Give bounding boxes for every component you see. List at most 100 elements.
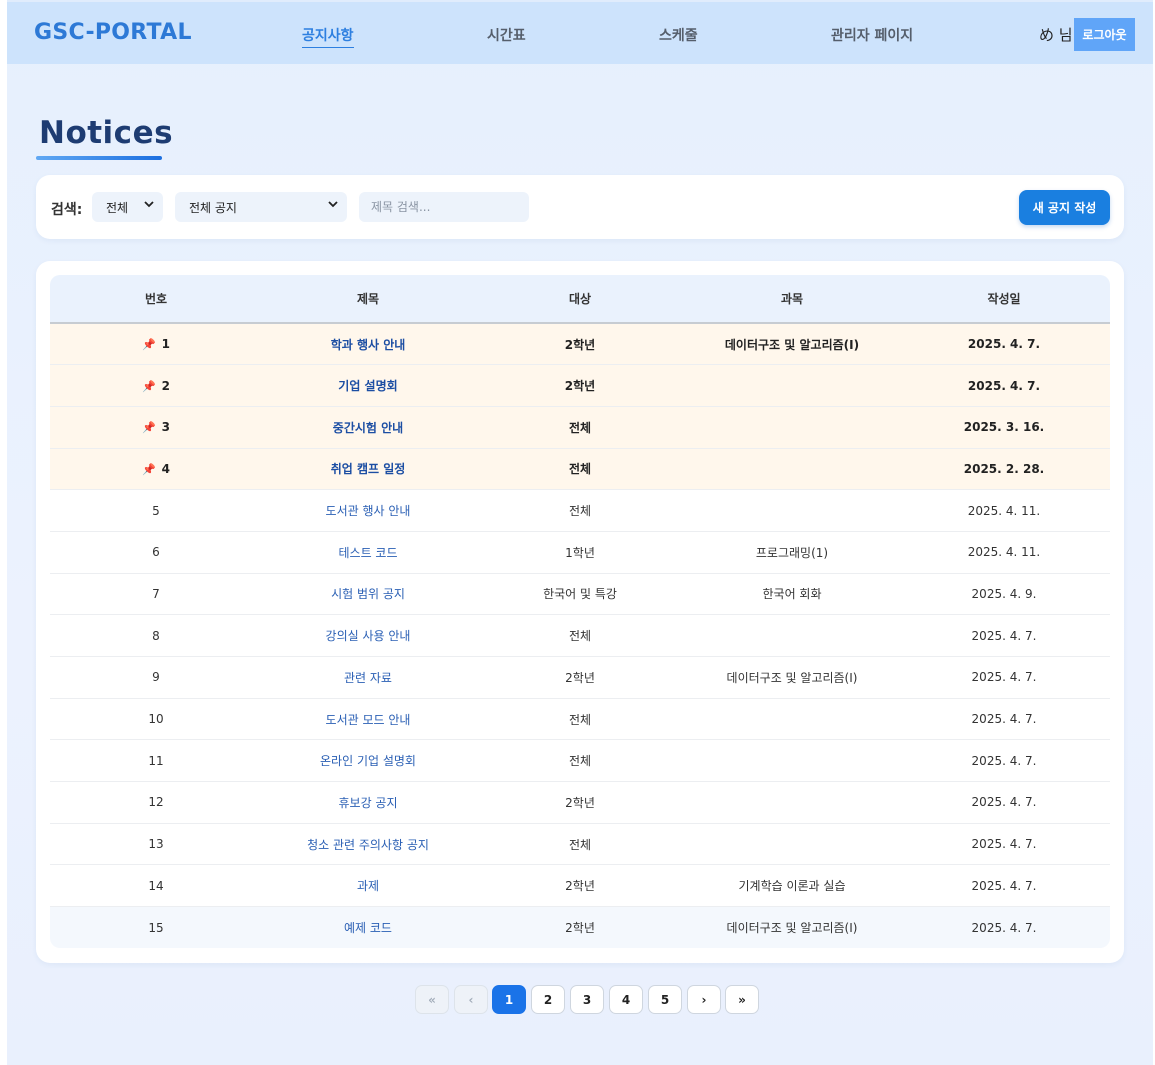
chevron-down-icon: [144, 201, 154, 208]
pushpin-icon: 📌: [141, 338, 156, 352]
row-date: 2025. 4. 11.: [967, 545, 1041, 560]
row-number-value: 11: [148, 753, 164, 768]
nav-notices[interactable]: 공지사항: [302, 25, 354, 48]
search-bar: 검색: 전체 전체 공지 새 공지 작성: [36, 175, 1124, 239]
notices-table-card: 번호 제목 대상 과목 작성일 📌 1 학과 행사 안내 2학년 데이터구조 및 알고리…: [36, 261, 1124, 963]
table-row[interactable]: 📌 4 취업 캠프 일정 전체 2025. 2. 28.: [50, 448, 1110, 490]
row-number: 📌 4: [50, 448, 262, 490]
row-title[interactable]: 도서관 행사 안내: [262, 490, 474, 532]
table-row[interactable]: 13 청소 관련 주의사항 공지 전체 2025. 4. 7.: [50, 823, 1110, 865]
logout-button[interactable]: 로그아웃: [1074, 18, 1135, 51]
pushpin-icon: 📌: [141, 379, 156, 393]
table-row[interactable]: 📌 2 기업 설명회 2학년 2025. 4. 7.: [50, 364, 1110, 407]
nav-admin[interactable]: 관리자 페이지: [831, 25, 913, 45]
row-date: 2025. 4. 7.: [971, 878, 1037, 893]
page-button-3[interactable]: 3: [570, 985, 604, 1014]
row-target: 전체: [568, 504, 592, 519]
row-title[interactable]: 강의실 사용 안내: [262, 615, 474, 657]
row-target: 2학년: [565, 795, 595, 810]
row-subject: [686, 365, 898, 407]
header-target: 대상: [474, 275, 686, 324]
title-underline: [36, 156, 162, 160]
row-target: 2학년: [565, 879, 595, 894]
page-button-4[interactable]: 4: [609, 985, 643, 1014]
row-subject: [686, 698, 898, 740]
row-title[interactable]: 중간시험 안내: [262, 406, 474, 448]
row-target: 2학년: [565, 670, 595, 685]
row-subject: 프로그래밍(1): [755, 545, 829, 560]
notice-type-select[interactable]: 전체 공지: [175, 192, 347, 222]
row-number-value: 5: [152, 503, 160, 518]
title-search-input[interactable]: [359, 192, 529, 222]
table-row[interactable]: 📌 3 중간시험 안내 전체 2025. 3. 16.: [50, 406, 1110, 449]
table-row[interactable]: 5 도서관 행사 안내 전체 2025. 4. 11.: [50, 490, 1110, 532]
row-number-value: 13: [148, 837, 164, 852]
row-title[interactable]: 온라인 기업 설명회: [262, 740, 474, 782]
nav-schedule[interactable]: 스케줄: [659, 25, 698, 45]
page-button-1[interactable]: 1: [492, 985, 526, 1014]
row-number-value: 9: [152, 670, 160, 685]
row-date: 2025. 4. 7.: [971, 795, 1037, 810]
row-number-value: 14: [148, 878, 164, 893]
row-title[interactable]: 테스트 코드: [262, 531, 474, 573]
row-subject: [686, 490, 898, 532]
row-target: 전체: [568, 420, 592, 435]
chevron-down-icon: [328, 201, 338, 208]
row-title[interactable]: 시험 범위 공지: [262, 573, 474, 615]
row-title[interactable]: 취업 캠프 일정: [262, 448, 474, 490]
row-date: 2025. 4. 7.: [971, 628, 1037, 643]
row-date: 2025. 4. 7.: [971, 670, 1037, 685]
row-number: 5: [50, 490, 262, 532]
row-title[interactable]: 도서관 모드 안내: [262, 698, 474, 740]
table-row[interactable]: 6 테스트 코드 1학년 프로그래밍(1) 2025. 4. 11.: [50, 531, 1110, 574]
row-title[interactable]: 청소 관련 주의사항 공지: [262, 823, 474, 865]
navbar: GSC-PORTAL 공지사항 시간표 스케줄 관리자 페이지 め 님 로그아웃: [7, 0, 1153, 64]
row-subject: [686, 782, 898, 824]
row-subject: [686, 823, 898, 865]
brand-logo[interactable]: GSC-PORTAL: [34, 20, 192, 45]
row-number-value: 4: [161, 461, 171, 476]
row-date: 2025. 4. 7.: [967, 378, 1041, 393]
table-row[interactable]: 8 강의실 사용 안내 전체 2025. 4. 7.: [50, 615, 1110, 657]
row-title[interactable]: 휴보강 공지: [262, 782, 474, 824]
row-date: 2025. 4. 7.: [971, 920, 1037, 935]
prev-page-button[interactable]: ‹: [454, 985, 488, 1014]
row-title[interactable]: 예제 코드: [262, 907, 474, 948]
table-row[interactable]: 10 도서관 모드 안내 전체 2025. 4. 7.: [50, 698, 1110, 740]
row-number: 15: [50, 907, 262, 948]
table-row[interactable]: 11 온라인 기업 설명회 전체 2025. 4. 7.: [50, 740, 1110, 782]
table-row[interactable]: 14 과제 2학년 기계학습 이론과 실습 2025. 4. 7.: [50, 865, 1110, 907]
target-filter-value: 전체: [106, 200, 129, 215]
row-title[interactable]: 학과 행사 안내: [262, 323, 474, 365]
row-target: 1학년: [565, 545, 595, 560]
target-filter-select[interactable]: 전체: [92, 192, 163, 222]
table-row[interactable]: 15 예제 코드 2학년 데이터구조 및 알고리즘(I) 2025. 4. 7.: [50, 906, 1110, 948]
row-target: 2학년: [565, 921, 595, 936]
row-subject: [686, 740, 898, 782]
row-number: 14: [50, 865, 262, 907]
next-page-button[interactable]: ›: [687, 985, 721, 1014]
table-row[interactable]: 9 관련 자료 2학년 데이터구조 및 알고리즘(I) 2025. 4. 7.: [50, 657, 1110, 699]
row-title[interactable]: 관련 자료: [262, 657, 474, 699]
pushpin-icon: 📌: [141, 462, 156, 476]
row-date: 2025. 4. 7.: [967, 337, 1041, 352]
row-title[interactable]: 기업 설명회: [262, 365, 474, 407]
page-button-2[interactable]: 2: [531, 985, 565, 1014]
last-page-button[interactable]: »: [725, 985, 759, 1014]
row-date: 2025. 3. 16.: [963, 420, 1045, 435]
first-page-button[interactable]: «: [415, 985, 449, 1014]
row-title[interactable]: 과제: [262, 865, 474, 907]
row-date: 2025. 4. 7.: [971, 837, 1037, 852]
page-button-5[interactable]: 5: [648, 985, 682, 1014]
row-subject: 데이터구조 및 알고리즘(I): [726, 921, 858, 936]
app-frame: GSC-PORTAL 공지사항 시간표 스케줄 관리자 페이지 め 님 로그아웃…: [7, 0, 1153, 1065]
row-number-value: 12: [148, 795, 164, 810]
row-number: 12: [50, 782, 262, 824]
table-row[interactable]: 📌 1 학과 행사 안내 2학년 데이터구조 및 알고리즘(I) 2025. 4. 7.: [50, 323, 1110, 365]
new-notice-button[interactable]: 새 공지 작성: [1019, 190, 1110, 225]
nav-timetable[interactable]: 시간표: [487, 25, 526, 45]
table-row[interactable]: 12 휴보강 공지 2학년 2025. 4. 7.: [50, 782, 1110, 824]
row-target: 전체: [568, 754, 592, 769]
table-row[interactable]: 7 시험 범위 공지 한국어 및 특강 한국어 회화 2025. 4. 9.: [50, 573, 1110, 615]
table-wrapper: 번호 제목 대상 과목 작성일 📌 1 학과 행사 안내 2학년 데이터구조 및 알고리…: [50, 275, 1110, 948]
